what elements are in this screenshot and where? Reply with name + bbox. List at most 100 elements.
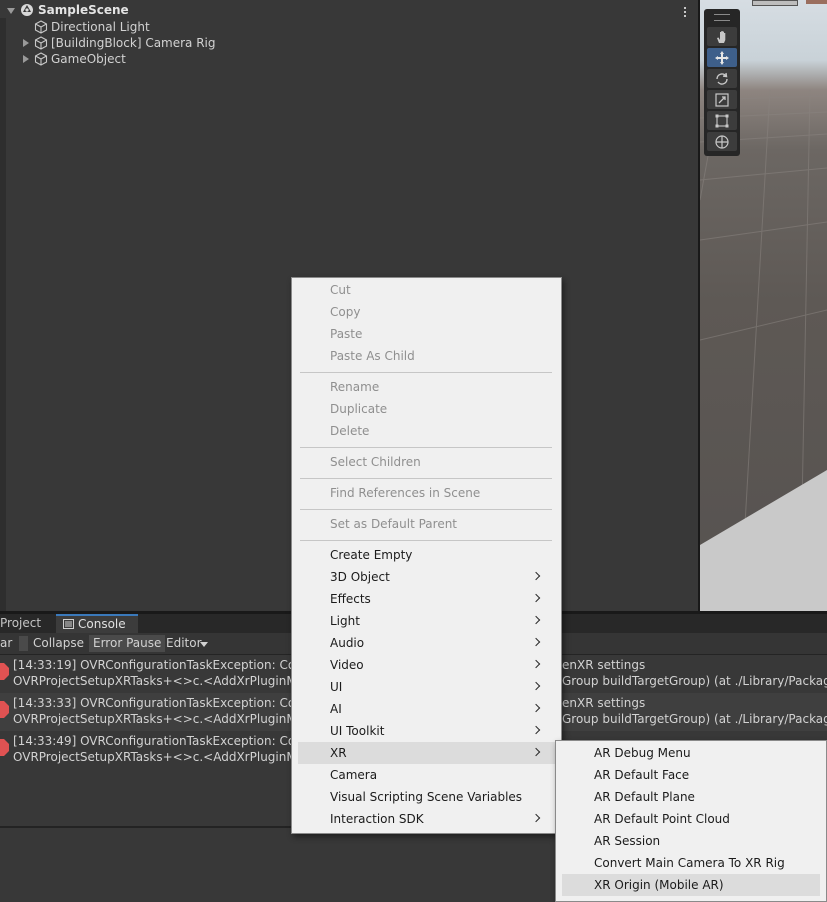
menu-item-xr[interactable]: XR [298,742,555,764]
move-icon [715,51,729,65]
scene-top-button[interactable] [806,0,827,4]
xr-submenu: AR Debug Menu AR Default Face AR Default… [555,740,827,902]
chevron-right-icon [531,615,541,625]
chevron-right-icon [531,703,541,713]
hierarchy-item-label: Directional Light [51,20,150,34]
log-message: [14:33:19] OVRConfigurationTaskException… [13,658,307,672]
chevron-right-icon [531,813,541,823]
submenu-item-convert-main-camera[interactable]: Convert Main Camera To XR Rig [562,852,820,874]
log-message: [14:33:49] OVRConfigurationTaskException… [13,734,307,748]
log-message: [14:33:33] OVRConfigurationTaskException… [13,696,307,710]
menu-item-duplicate[interactable]: Duplicate [298,398,555,420]
menu-item-light[interactable]: Light [298,610,555,632]
transform-icon [715,135,729,149]
rect-icon [715,114,729,128]
expand-down-icon[interactable] [7,8,15,14]
chevron-right-icon [531,681,541,691]
chevron-right-icon [531,571,541,581]
expand-right-icon[interactable] [23,55,29,63]
console-icon [63,619,74,629]
menu-item-3d-object[interactable]: 3D Object [298,566,555,588]
gameobject-cube-icon [34,36,48,50]
log-stacktrace: OVRProjectSetupXRTasks+<>c.<AddXrPluginM… [13,712,305,726]
menu-separator [300,372,552,373]
menu-item-interaction-sdk[interactable]: Interaction SDK [298,808,555,830]
toolbar-grip[interactable] [714,14,730,21]
log-stacktrace: OVRProjectSetupXRTasks+<>c.<AddXrPluginM… [13,750,305,764]
scene-name: SampleScene [38,3,129,17]
menu-item-effects[interactable]: Effects [298,588,555,610]
menu-item-paste[interactable]: Paste [298,323,555,345]
hierarchy-item-gameobject[interactable]: GameObject [0,51,699,67]
submenu-item-ar-session[interactable]: AR Session [562,830,820,852]
error-icon [0,739,9,756]
scale-icon [715,93,729,107]
scene-row[interactable]: SampleScene [0,2,699,18]
submenu-item-ar-default-plane[interactable]: AR Default Plane [562,786,820,808]
tab-console[interactable]: Console [56,614,138,633]
collapse-button[interactable]: Collapse [29,635,88,652]
submenu-item-ar-default-point-cloud[interactable]: AR Default Point Cloud [562,808,820,830]
menu-item-visual-scripting[interactable]: Visual Scripting Scene Variables [298,786,555,808]
move-tool-button[interactable] [707,48,737,67]
menu-separator [300,478,552,479]
menu-item-camera[interactable]: Camera [298,764,555,786]
expand-right-icon[interactable] [23,39,29,47]
chevron-right-icon [531,593,541,603]
clear-button[interactable]: ar [0,635,16,652]
scale-tool-button[interactable] [707,90,737,109]
menu-item-ui[interactable]: UI [298,676,555,698]
log-message: enXR settings [562,696,646,710]
hand-tool-button[interactable] [707,27,737,46]
chevron-right-icon [531,659,541,669]
transform-tool-button[interactable] [707,132,737,151]
menu-item-find-references[interactable]: Find References in Scene [298,482,555,504]
error-icon [0,663,9,680]
menu-item-copy[interactable]: Copy [298,301,555,323]
menu-item-ui-toolkit[interactable]: UI Toolkit [298,720,555,742]
submenu-item-ar-debug-menu[interactable]: AR Debug Menu [562,742,820,764]
error-icon [0,701,9,718]
hierarchy-gutter [0,18,6,611]
menu-item-paste-as-child[interactable]: Paste As Child [298,345,555,367]
chevron-right-icon [531,725,541,735]
hierarchy-item-camera-rig[interactable]: [BuildingBlock] Camera Rig [0,35,699,51]
log-message: enXR settings [562,658,646,672]
rotate-tool-button[interactable] [707,69,737,88]
log-stacktrace: Group buildTargetGroup) (at ./Library/Pa… [562,712,827,726]
more-options-icon[interactable] [683,7,687,19]
tab-project[interactable]: Project [0,614,54,633]
menu-item-create-empty[interactable]: Create Empty [298,544,555,566]
menu-item-select-children[interactable]: Select Children [298,451,555,473]
menu-item-ai[interactable]: AI [298,698,555,720]
hierarchy-item-directional-light[interactable]: Directional Light [0,19,699,35]
editor-dropdown[interactable]: Editor [162,635,214,652]
rect-tool-button[interactable] [707,111,737,130]
chevron-right-icon [531,747,541,757]
submenu-item-ar-default-face[interactable]: AR Default Face [562,764,820,786]
chevron-right-icon [531,637,541,647]
hierarchy-item-label: GameObject [51,52,126,66]
log-stacktrace: Group buildTargetGroup) (at ./Library/Pa… [562,674,827,688]
submenu-item-xr-origin-mobile-ar[interactable]: XR Origin (Mobile AR) [562,874,820,896]
menu-item-delete[interactable]: Delete [298,420,555,442]
menu-item-video[interactable]: Video [298,654,555,676]
menu-item-audio[interactable]: Audio [298,632,555,654]
error-pause-button[interactable]: Error Pause [89,635,166,652]
menu-separator [300,447,552,448]
menu-item-set-default-parent[interactable]: Set as Default Parent [298,513,555,535]
clear-dropdown-arrow-icon[interactable] [19,636,28,651]
scene-top-button[interactable] [752,0,798,6]
hierarchy-item-label: [BuildingBlock] Camera Rig [51,36,216,50]
menu-item-cut[interactable]: Cut [298,279,555,301]
editor-dropdown-label: Editor [166,636,202,650]
rotate-icon [716,72,728,85]
menu-separator [300,540,552,541]
hand-icon [717,31,726,43]
chevron-down-icon [200,642,208,647]
menu-separator [300,509,552,510]
gameobject-cube-icon [34,52,48,66]
menu-item-rename[interactable]: Rename [298,376,555,398]
tab-console-label: Console [78,617,126,631]
gameobject-cube-icon [34,20,48,34]
